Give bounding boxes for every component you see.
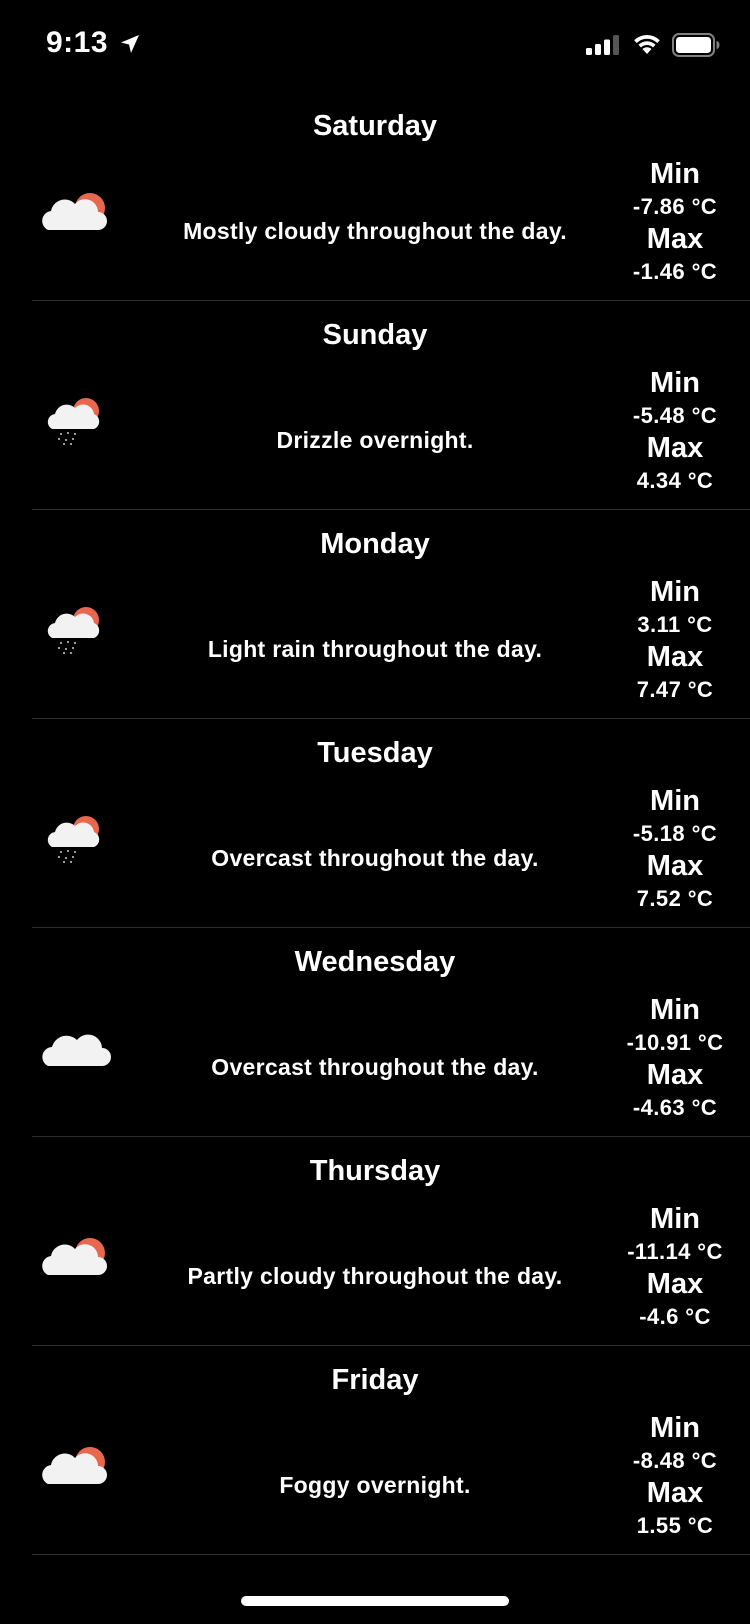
rain-icon <box>47 398 100 445</box>
forecast-row-wednesday[interactable]: Wednesday Overcast throughout the day. M… <box>0 928 750 1137</box>
forecast-row-tuesday[interactable]: Tuesday Overcast throughout the day. Min… <box>0 719 750 928</box>
forecast-summary: Foggy overnight. <box>279 1472 471 1498</box>
forecast-summary: Light rain throughout the day. <box>207 636 543 662</box>
forecast-list: Saturday Mostly cloudy throughout the da… <box>0 92 750 1555</box>
max-temp-value: -4.6 °C <box>639 1304 711 1329</box>
max-label: Max <box>646 641 704 673</box>
forecast-summary: Mostly cloudy throughout the day. <box>183 218 567 244</box>
min-temp-value: -10.91 °C <box>626 1030 724 1055</box>
max-temp-value: 7.52 °C <box>636 886 714 911</box>
max-label: Max <box>646 1059 704 1091</box>
forecast-summary: Overcast throughout the day. <box>211 1054 539 1080</box>
day-name: Saturday <box>312 110 438 142</box>
max-label: Max <box>646 1268 704 1300</box>
forecast-summary: Overcast throughout the day. <box>211 845 539 871</box>
temperature-range: Min -5.48 °C Max 4.34 °C <box>608 367 742 497</box>
min-temp-value: -7.86 °C <box>632 194 718 219</box>
day-name: Thursday <box>309 1155 441 1187</box>
max-label: Max <box>646 223 704 255</box>
min-temp-value: 3.11 °C <box>637 612 713 637</box>
rain-icon <box>47 816 100 863</box>
forecast-row-thursday[interactable]: Thursday Partly cloudy throughout the da… <box>0 1137 750 1346</box>
status-bar: 9:13 <box>0 0 750 92</box>
temperature-range: Min -10.91 °C Max -4.63 °C <box>608 994 742 1124</box>
forecast-row-monday[interactable]: Monday Light rain throughout the day. Mi… <box>0 510 750 719</box>
min-label: Min <box>650 1412 700 1444</box>
temperature-range: Min -11.14 °C Max -4.6 °C <box>608 1203 742 1333</box>
max-temp-value: 4.34 °C <box>636 468 714 493</box>
forecast-row-friday[interactable]: Friday Foggy overnight. Min -8.48 °C Max… <box>0 1346 750 1555</box>
rain-icon <box>47 607 100 654</box>
temperature-range: Min -8.48 °C Max 1.55 °C <box>608 1412 742 1542</box>
max-label: Max <box>646 432 704 464</box>
min-label: Min <box>650 1203 700 1235</box>
forecast-summary: Partly cloudy throughout the day. <box>187 1263 563 1289</box>
min-temp-value: -8.48 °C <box>632 1448 718 1473</box>
day-name: Friday <box>331 1364 419 1396</box>
home-indicator[interactable] <box>241 1596 509 1606</box>
temperature-range: Min 3.11 °C Max 7.47 °C <box>608 576 742 706</box>
max-temp-value: -1.46 °C <box>632 259 718 284</box>
min-label: Min <box>650 367 700 399</box>
min-temp-value: -5.18 °C <box>632 821 718 846</box>
min-label: Min <box>650 785 700 817</box>
day-name: Sunday <box>322 319 428 351</box>
min-label: Min <box>650 158 700 190</box>
max-label: Max <box>646 850 704 882</box>
temperature-range: Min -5.18 °C Max 7.52 °C <box>608 785 742 915</box>
min-label: Min <box>650 994 700 1026</box>
wifi-icon <box>634 34 660 54</box>
min-label: Min <box>650 576 700 608</box>
day-name: Monday <box>320 528 430 560</box>
status-time: 9:13 <box>46 26 109 59</box>
day-name: Tuesday <box>317 737 433 769</box>
forecast-summary: Drizzle overnight. <box>276 427 474 453</box>
min-temp-value: -11.14 °C <box>627 1239 723 1264</box>
max-temp-value: -4.63 °C <box>632 1095 718 1120</box>
max-label: Max <box>646 1477 704 1509</box>
partly-cloudy-icon <box>42 1238 107 1275</box>
max-temp-value: 1.55 °C <box>636 1513 714 1538</box>
min-temp-value: -5.48 °C <box>632 403 718 428</box>
forecast-row-sunday[interactable]: Sunday Drizzle overnight. Min -5.48 °C M… <box>0 301 750 510</box>
cellular-signal-icon <box>586 35 619 55</box>
day-name: Wednesday <box>294 946 456 978</box>
cloud-icon <box>42 1034 111 1066</box>
temperature-range: Min -7.86 °C Max -1.46 °C <box>608 158 742 288</box>
max-temp-value: 7.47 °C <box>636 677 714 702</box>
forecast-row-saturday[interactable]: Saturday Mostly cloudy throughout the da… <box>0 92 750 301</box>
battery-icon <box>672 33 720 57</box>
partly-cloudy-icon <box>42 193 107 230</box>
location-arrow-icon <box>121 35 139 53</box>
partly-cloudy-icon <box>42 1447 107 1484</box>
